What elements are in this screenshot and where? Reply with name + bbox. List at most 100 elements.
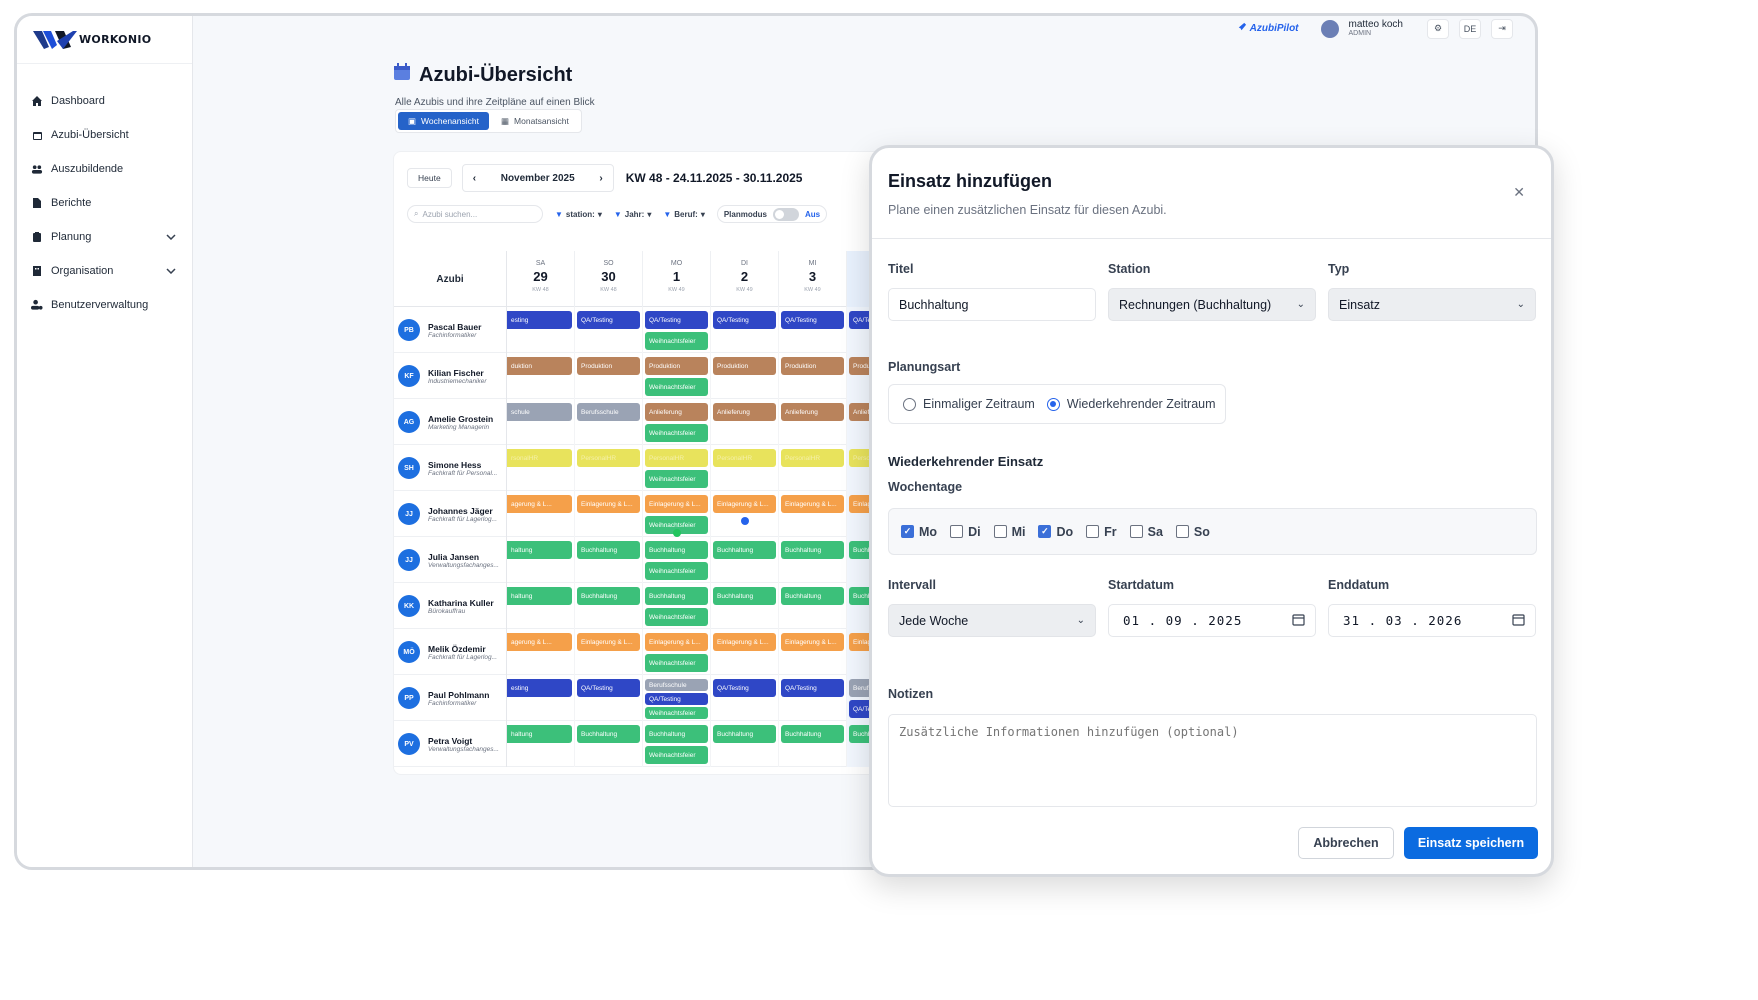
assignment-chip[interactable]: Buchhaltung bbox=[781, 587, 844, 605]
day-cell[interactable]: Buchhaltung bbox=[575, 721, 643, 767]
day-cell[interactable]: haltung bbox=[507, 583, 575, 629]
sidebar-item-auszubildende[interactable]: Auszubildende bbox=[17, 152, 192, 186]
assignment-chip[interactable]: Produktion bbox=[645, 357, 708, 375]
assignment-chip[interactable]: Buchhaltung bbox=[713, 725, 776, 743]
station-filter[interactable]: ▼ station: ▾ bbox=[555, 210, 602, 219]
day-cell[interactable]: Buchhaltung Weihnachtsfeier bbox=[643, 537, 711, 583]
assignment-chip[interactable]: PersonalHR bbox=[645, 449, 708, 467]
assignment-chip[interactable]: Buchhaltung bbox=[577, 725, 640, 743]
day-cell[interactable]: QA/Testing bbox=[779, 675, 847, 721]
sidebar-item-planung[interactable]: Planung bbox=[17, 220, 192, 254]
day-cell[interactable]: PersonalHR bbox=[779, 445, 847, 491]
assignment-chip[interactable]: Anlieferung bbox=[713, 403, 776, 421]
assignment-chip[interactable]: Berufsschule bbox=[645, 679, 708, 691]
notes-textarea[interactable] bbox=[888, 714, 1537, 807]
assignment-chip[interactable]: Anlieferung bbox=[781, 403, 844, 421]
user-info[interactable]: matteo koch ADMIN bbox=[1349, 20, 1403, 38]
assignment-chip[interactable]: Produktion bbox=[781, 357, 844, 375]
day-cell[interactable]: Buchhaltung bbox=[711, 583, 779, 629]
azubi-cell[interactable]: JJ Julia Jansen Verwaltungsfachanges... bbox=[394, 537, 507, 583]
assignment-chip[interactable]: haltung bbox=[507, 587, 572, 605]
assignment-chip[interactable]: esting bbox=[507, 311, 572, 329]
assignment-chip[interactable]: PersonalHR bbox=[713, 449, 776, 467]
week-view-button[interactable]: ▣ Wochenansicht bbox=[398, 112, 489, 130]
assignment-chip[interactable]: agerung & L... bbox=[507, 633, 572, 651]
radio-once[interactable]: Einmaliger Zeitraum bbox=[903, 397, 1035, 411]
azubi-cell[interactable]: PV Petra Voigt Verwaltungsfachanges... bbox=[394, 721, 507, 767]
assignment-chip[interactable]: Buchhaltung bbox=[713, 541, 776, 559]
day-cell[interactable]: agerung & L... bbox=[507, 491, 575, 537]
day-cell[interactable]: esting bbox=[507, 307, 575, 353]
assignment-chip[interactable]: Einlagerung & L... bbox=[645, 633, 708, 651]
day-cell[interactable]: Einlagerung & L... Weihnachtsfeier bbox=[643, 491, 711, 537]
assignment-chip[interactable]: Einlagerung & L... bbox=[645, 495, 708, 513]
day-cell[interactable]: Buchhaltung bbox=[575, 583, 643, 629]
assignment-chip[interactable]: Einlagerung & L... bbox=[577, 633, 640, 651]
day-cell[interactable]: Buchhaltung bbox=[779, 537, 847, 583]
azubi-cell[interactable]: KK Katharina Kuller Bürokauffrau bbox=[394, 583, 507, 629]
radio-recurring[interactable]: Wiederkehrender Zeitraum bbox=[1046, 397, 1216, 411]
calendar-icon[interactable] bbox=[1292, 613, 1305, 629]
day-cell[interactable]: Produktion bbox=[779, 353, 847, 399]
day-cell[interactable]: PersonalHR Weihnachtsfeier bbox=[643, 445, 711, 491]
chevron-down-icon[interactable] bbox=[166, 265, 176, 277]
assignment-chip[interactable]: Buchhaltung bbox=[645, 587, 708, 605]
assignment-chip[interactable]: Weihnachtsfeier bbox=[645, 332, 708, 350]
assignment-chip[interactable]: schule bbox=[507, 403, 572, 421]
assignment-chip[interactable]: haltung bbox=[507, 541, 572, 559]
day-cell[interactable]: Produktion bbox=[711, 353, 779, 399]
assignment-chip[interactable]: Buchhaltung bbox=[577, 587, 640, 605]
language-button[interactable]: DE bbox=[1459, 18, 1481, 39]
day-cell[interactable]: Einlagerung & L... bbox=[575, 629, 643, 675]
assignment-chip[interactable]: Einlagerung & L... bbox=[713, 495, 776, 513]
assignment-chip[interactable]: Weihnachtsfeier bbox=[645, 608, 708, 626]
assignment-chip[interactable]: Weihnachtsfeier bbox=[645, 562, 708, 580]
day-cell[interactable]: Einlagerung & L... bbox=[575, 491, 643, 537]
checkbox[interactable] bbox=[993, 525, 1007, 538]
end-date-input[interactable]: 31 . 03 . 2026 bbox=[1328, 604, 1536, 637]
assignment-chip[interactable]: QA/Testing bbox=[781, 679, 844, 697]
day-cell[interactable]: Buchhaltung Weihnachtsfeier bbox=[643, 721, 711, 767]
assignment-chip[interactable]: QA/Testing bbox=[713, 311, 776, 329]
plan-mode-switch[interactable] bbox=[772, 207, 799, 221]
day-cell[interactable]: haltung bbox=[507, 537, 575, 583]
day-cell[interactable]: rsonalHR bbox=[507, 445, 575, 491]
title-input[interactable]: Buchhaltung bbox=[888, 288, 1096, 321]
weekday-checkbox-do[interactable]: ✓ Do bbox=[1038, 525, 1073, 539]
assignment-chip[interactable]: Einlagerung & L... bbox=[577, 495, 640, 513]
assignment-chip[interactable]: Buchhaltung bbox=[645, 725, 708, 743]
assignment-chip[interactable]: QA/Testing bbox=[577, 679, 640, 697]
day-cell[interactable]: schule bbox=[507, 399, 575, 445]
sidebar-item-dashboard[interactable]: Dashboard bbox=[17, 84, 192, 118]
sidebar-item-organisation[interactable]: Organisation bbox=[17, 254, 192, 288]
assignment-chip[interactable]: Weihnachtsfeier bbox=[645, 654, 708, 672]
day-cell[interactable]: QA/Testing bbox=[575, 307, 643, 353]
day-cell[interactable]: Berufsschule bbox=[575, 399, 643, 445]
sidebar-item-benutzerverwaltung[interactable]: Benutzerverwaltung bbox=[17, 288, 192, 322]
azubi-cell[interactable]: SH Simone Hess Fachkraft für Personal... bbox=[394, 445, 507, 491]
chevron-right-icon[interactable]: › bbox=[599, 173, 602, 184]
azubi-cell[interactable]: PP Paul Pohlmann Fachinformatiker bbox=[394, 675, 507, 721]
azubi-cell[interactable]: JJ Johannes Jäger Fachkraft für Lagerlog..… bbox=[394, 491, 507, 537]
day-cell[interactable]: Anlieferung Weihnachtsfeier bbox=[643, 399, 711, 445]
assignment-chip[interactable]: haltung bbox=[507, 725, 572, 743]
assignment-chip[interactable]: Weihnachtsfeier bbox=[645, 378, 708, 396]
assignment-chip[interactable]: Einlagerung & L... bbox=[781, 495, 844, 513]
save-assignment-button[interactable]: Einsatz speichern bbox=[1404, 827, 1538, 859]
assignment-chip[interactable]: duktion bbox=[507, 357, 572, 375]
day-cell[interactable]: Einlagerung & L... bbox=[711, 491, 779, 537]
day-cell[interactable]: Berufsschule QA/Testing Weihnachtsfeier bbox=[643, 675, 711, 721]
assignment-chip[interactable]: agerung & L... bbox=[507, 495, 572, 513]
checkbox[interactable]: ✓ bbox=[901, 525, 914, 538]
checkbox[interactable]: ✓ bbox=[1038, 525, 1052, 538]
assignment-chip[interactable]: Buchhaltung bbox=[645, 541, 708, 559]
interval-select[interactable]: Jede Woche ⌄ bbox=[888, 604, 1096, 637]
logout-button[interactable]: ⇥ bbox=[1491, 18, 1513, 39]
logo[interactable]: WORKONIO bbox=[17, 16, 192, 64]
assignment-chip[interactable]: Weihnachtsfeier bbox=[645, 424, 708, 442]
start-date-input[interactable]: 01 . 09 . 2025 bbox=[1108, 604, 1316, 637]
assignment-chip[interactable]: QA/Testing bbox=[645, 311, 708, 329]
azubi-cell[interactable]: AG Amelie Grostein Marketing Managerin bbox=[394, 399, 507, 445]
day-cell[interactable]: Einlagerung & L... bbox=[779, 491, 847, 537]
weekday-checkbox-so[interactable]: So bbox=[1175, 525, 1210, 539]
